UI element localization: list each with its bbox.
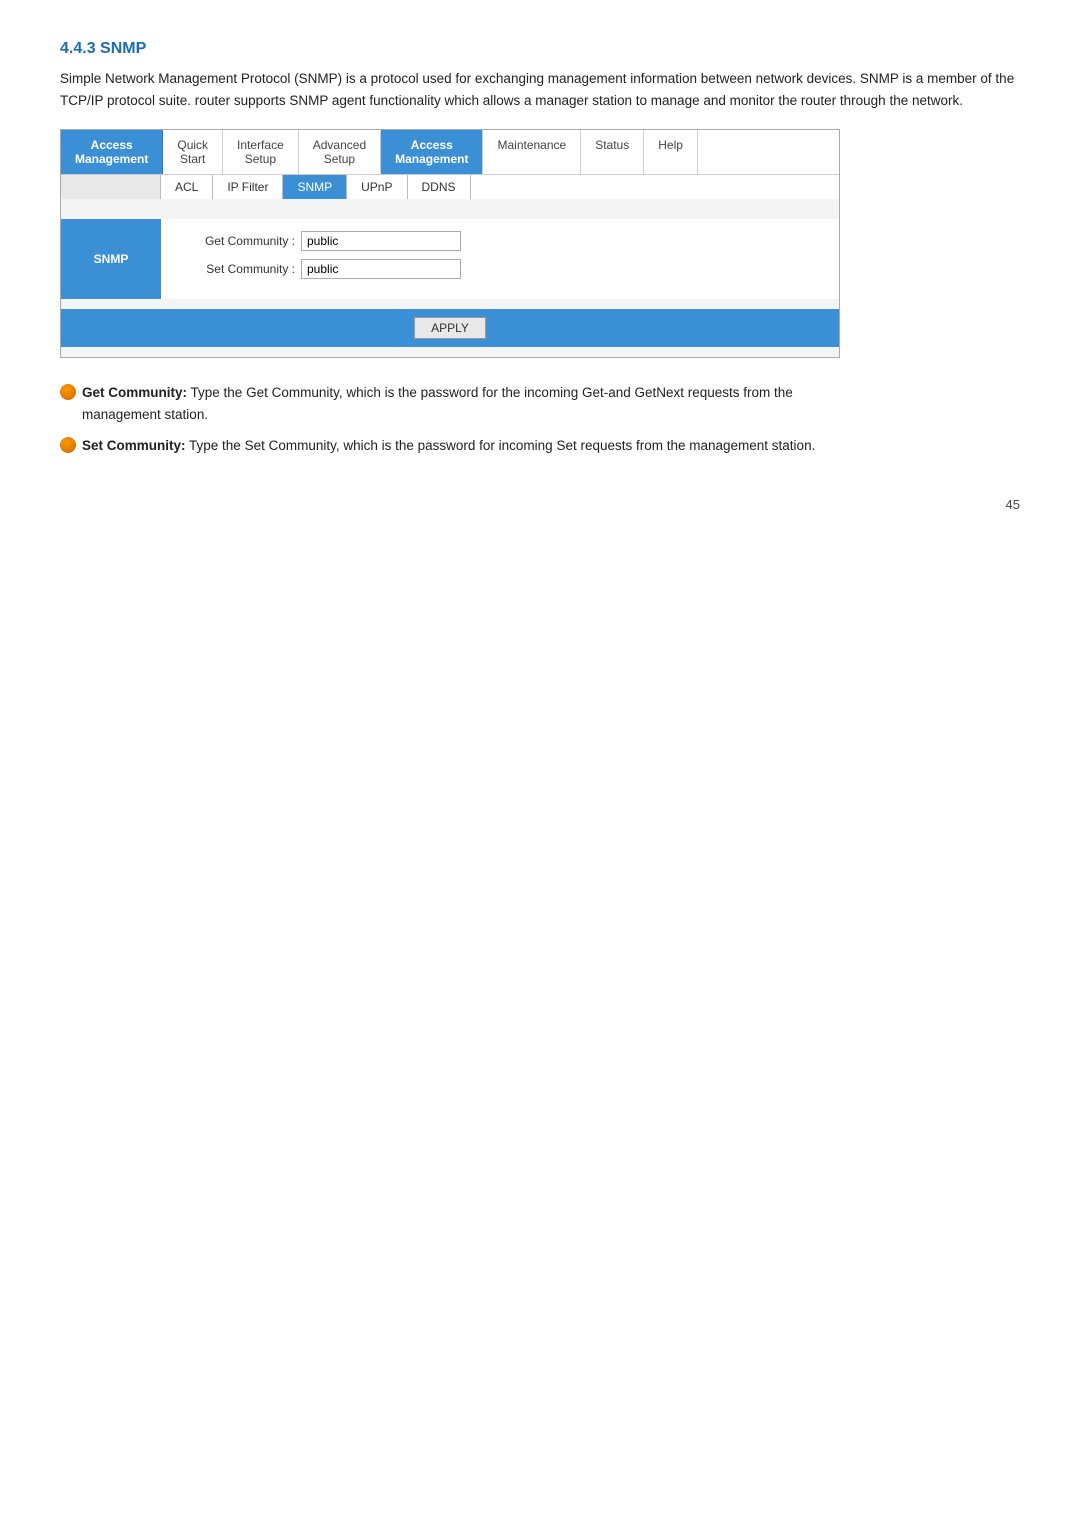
sub-nav-ip-filter[interactable]: IP Filter <box>213 175 283 199</box>
get-community-label: Get Community : <box>181 234 301 248</box>
description-list: Get Community: Type the Get Community, w… <box>60 382 840 457</box>
get-community-desc-text: Get Community: Type the Get Community, w… <box>82 382 840 425</box>
content-area: SNMP Get Community : Set Community : APP… <box>61 205 839 357</box>
set-community-input[interactable] <box>301 259 461 279</box>
nav-side-label-line1: Access <box>91 138 133 152</box>
nav-side-label[interactable]: Access Management <box>61 130 163 174</box>
sub-nav-wrapper: ACL IP Filter SNMP UPnP DDNS <box>61 175 839 199</box>
get-community-input[interactable] <box>301 231 461 251</box>
apply-button[interactable]: APPLY <box>414 317 486 339</box>
set-community-label: Set Community : <box>181 262 301 276</box>
set-community-term: Set Community: <box>82 438 186 453</box>
get-community-term: Get Community: <box>82 385 187 400</box>
get-community-row: Get Community : <box>181 231 819 251</box>
section-title: 4.4.3 SNMP <box>60 40 1020 58</box>
nav-item-quickstart[interactable]: QuickStart <box>163 130 223 174</box>
snmp-section-label: SNMP <box>61 219 161 299</box>
sub-nav-upnp[interactable]: UPnP <box>347 175 407 199</box>
get-community-desc-item: Get Community: Type the Get Community, w… <box>60 382 840 425</box>
set-community-desc-body: Type the Set Community, which is the pas… <box>189 438 815 453</box>
nav-item-advanced-setup[interactable]: AdvancedSetup <box>299 130 381 174</box>
sub-nav-snmp[interactable]: SNMP <box>283 175 347 199</box>
page-number: 45 <box>60 497 1020 512</box>
sub-nav-items: ACL IP Filter SNMP UPnP DDNS <box>161 175 839 199</box>
sub-nav-acl[interactable]: ACL <box>161 175 213 199</box>
set-community-row: Set Community : <box>181 259 819 279</box>
nav-item-interface-setup[interactable]: InterfaceSetup <box>223 130 299 174</box>
snmp-section: SNMP Get Community : Set Community : <box>61 219 839 299</box>
nav-item-access-management[interactable]: AccessManagement <box>381 130 483 174</box>
top-nav: Access Management QuickStart InterfaceSe… <box>61 130 839 175</box>
nav-item-maintenance[interactable]: Maintenance <box>483 130 581 174</box>
set-community-desc-item: Set Community: Type the Set Community, w… <box>60 435 840 457</box>
apply-row: APPLY <box>61 309 839 347</box>
get-community-icon <box>60 384 76 400</box>
set-community-icon <box>60 437 76 453</box>
sub-nav-ddns[interactable]: DDNS <box>408 175 471 199</box>
nav-item-help[interactable]: Help <box>644 130 698 174</box>
get-community-desc-body: Type the Get Community, which is the pas… <box>82 385 793 422</box>
intro-paragraph: Simple Network Management Protocol (SNMP… <box>60 68 1020 111</box>
snmp-form: Get Community : Set Community : <box>161 219 839 299</box>
set-community-desc-text: Set Community: Type the Set Community, w… <box>82 435 815 457</box>
nav-item-status[interactable]: Status <box>581 130 644 174</box>
nav-side-label-line2: Management <box>75 152 148 166</box>
router-ui: Access Management QuickStart InterfaceSe… <box>60 129 840 358</box>
sub-nav-pad <box>61 175 161 199</box>
